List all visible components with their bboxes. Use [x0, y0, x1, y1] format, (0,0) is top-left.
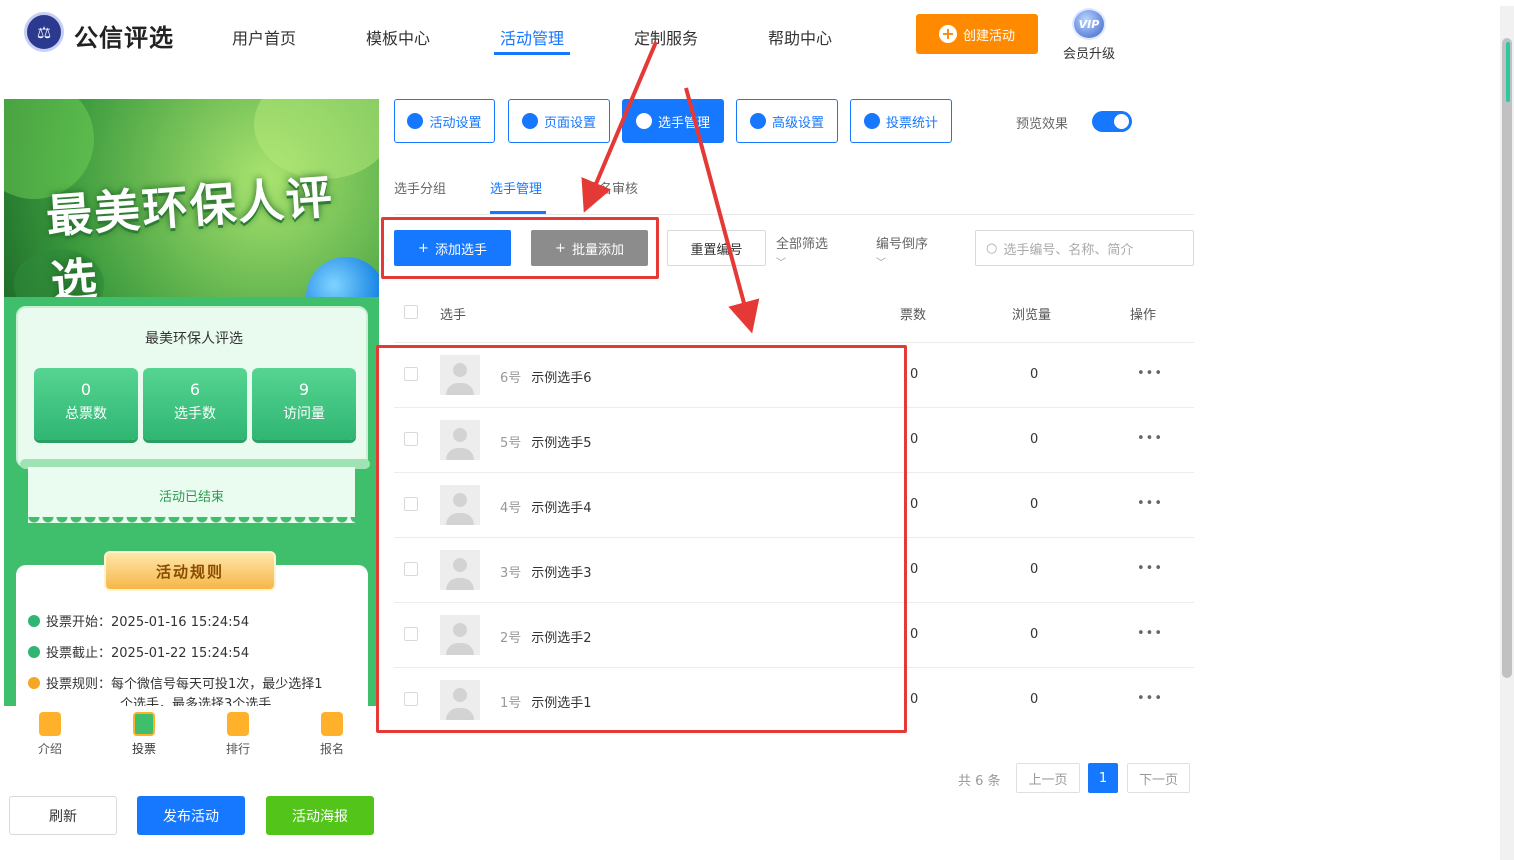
tab-label: 活动设置	[429, 115, 482, 131]
search-input[interactable]: ○ 选手编号、名称、简介	[975, 230, 1194, 266]
tab-activity-settings[interactable]: 活动设置	[394, 99, 495, 143]
nav-label: 排行	[225, 742, 250, 756]
views-cell: 0	[1030, 627, 1039, 642]
sliders-icon	[749, 113, 766, 129]
views-cell: 0	[1030, 497, 1039, 512]
filter-dropdown[interactable]: 全部筛选 ﹀	[776, 233, 828, 269]
page-1-button[interactable]: 1	[1088, 763, 1118, 793]
more-icon[interactable]: •••	[1137, 626, 1163, 641]
more-icon[interactable]: •••	[1137, 691, 1163, 706]
create-activity-button[interactable]: + 创建活动	[916, 14, 1038, 54]
nav-label: 投票	[131, 742, 156, 756]
tab-label: 投票统计	[885, 115, 938, 131]
poster-button[interactable]: 活动海报	[266, 796, 374, 835]
views-cell: 0	[1030, 562, 1039, 577]
users-icon	[635, 113, 652, 129]
next-page-button[interactable]: 下一页	[1127, 763, 1190, 793]
search-icon: ○	[986, 240, 998, 256]
votes-cell: 0	[910, 497, 919, 512]
tab-label: 页面设置	[543, 115, 596, 131]
chevron-down-icon: ﹀	[776, 258, 786, 269]
header-player: 选手	[440, 308, 467, 323]
scroll-indicator	[1506, 42, 1510, 102]
subtab-groups[interactable]: 选手分组	[394, 178, 446, 197]
logo-text[interactable]: 公信评选	[74, 18, 174, 53]
tab-page-settings[interactable]: 页面设置	[508, 99, 610, 143]
nav-templates[interactable]: 模板中心	[366, 25, 430, 49]
tab-vote-statistics[interactable]: 投票统计	[850, 99, 952, 143]
annotation-box-toolbar	[381, 217, 659, 279]
votes-cell: 0	[910, 367, 919, 382]
more-icon[interactable]: •••	[1137, 496, 1163, 511]
annotation-box-rows	[376, 345, 907, 733]
star-icon	[407, 113, 424, 129]
nav-home[interactable]: 用户首页	[232, 25, 296, 49]
pagination-total: 共 6 条	[958, 774, 1001, 789]
refresh-button[interactable]: 刷新	[9, 796, 117, 835]
views-cell: 0	[1030, 692, 1039, 707]
subtab-players[interactable]: 选手管理	[490, 178, 542, 197]
preview-toggle-label: 预览效果	[1016, 117, 1069, 132]
more-icon[interactable]: •••	[1137, 431, 1163, 446]
votes-cell: 0	[910, 627, 919, 642]
more-icon[interactable]: •••	[1137, 366, 1163, 381]
views-cell: 0	[1030, 432, 1039, 447]
chevron-down-icon: ﹀	[876, 258, 886, 269]
prev-page-button[interactable]: 上一页	[1016, 763, 1080, 793]
nav-label: 介绍	[37, 742, 62, 756]
more-icon[interactable]: •••	[1137, 561, 1163, 576]
header-votes: 票数	[900, 308, 927, 323]
tab-player-management[interactable]: 选手管理	[622, 99, 724, 143]
header-views: 浏览量	[1012, 308, 1052, 323]
vip-badge-icon[interactable]: VIP	[1072, 8, 1106, 40]
tab-label: 高级设置	[771, 115, 824, 131]
reset-number-button[interactable]: 重置编号	[667, 230, 766, 266]
scale-logo-icon[interactable]: ⚖	[24, 12, 64, 52]
nav-custom-service[interactable]: 定制服务	[634, 25, 698, 49]
subtab-signup-review[interactable]: 报名审核	[586, 178, 638, 197]
select-all-checkbox[interactable]	[404, 305, 418, 319]
tab-advanced-settings[interactable]: 高级设置	[736, 99, 838, 143]
dropdown-label: 编号倒序	[876, 237, 929, 252]
nav-help[interactable]: 帮助中心	[768, 25, 832, 49]
search-placeholder: 选手编号、名称、简介	[1003, 242, 1134, 258]
preview-toggle[interactable]	[1092, 111, 1132, 132]
sort-dropdown[interactable]: 编号倒序 ﹀	[876, 233, 928, 269]
nav-label: 报名	[319, 742, 344, 756]
votes-cell: 0	[910, 432, 919, 447]
vip-upgrade-link[interactable]: 会员升级	[1063, 43, 1115, 62]
subtab-divider	[394, 214, 1194, 215]
nav-activity-management[interactable]: 活动管理	[500, 25, 564, 49]
create-activity-label: 创建活动	[962, 28, 1015, 44]
gear-icon	[521, 113, 538, 129]
bar-chart-icon	[863, 113, 880, 129]
nav-active-underline	[494, 52, 570, 55]
plus-circle-icon: +	[938, 25, 957, 43]
dropdown-label: 全部筛选	[776, 237, 829, 252]
votes-cell: 0	[910, 692, 919, 707]
publish-button[interactable]: 发布活动	[137, 796, 245, 835]
votes-cell: 0	[910, 562, 919, 577]
tab-label: 选手管理	[657, 115, 710, 131]
views-cell: 0	[1030, 367, 1039, 382]
page-scrollbar-thumb[interactable]	[1502, 38, 1512, 678]
preview-banner: 最美环保人评选	[4, 99, 379, 297]
header-actions: 操作	[1130, 308, 1157, 323]
